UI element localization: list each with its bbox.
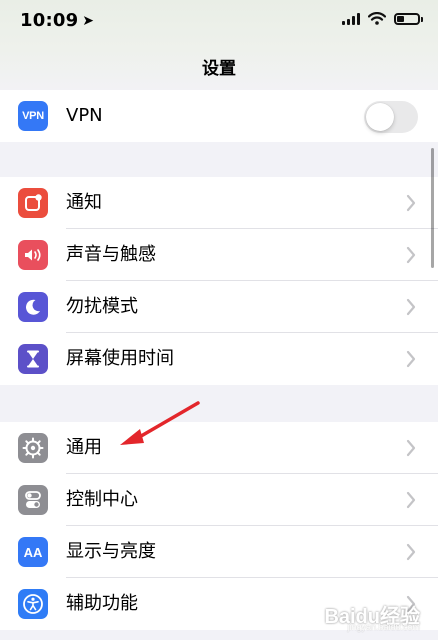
toggle-knob	[366, 103, 394, 131]
vpn-group: VPN VPN	[0, 90, 438, 142]
location-arrow-icon: ➤	[82, 13, 95, 29]
chevron-right-icon	[406, 543, 416, 561]
status-time-text: 10:09	[20, 10, 79, 31]
notification-icon	[18, 188, 48, 218]
speaker-icon	[18, 240, 48, 270]
status-icons	[342, 12, 423, 25]
chevron-right-icon	[406, 491, 416, 509]
settings-row-label: 辅助功能	[66, 593, 138, 614]
settings-row-label: 屏幕使用时间	[66, 348, 174, 369]
settings-row-screen-time[interactable]: 屏幕使用时间	[0, 333, 438, 385]
scroll-indicator[interactable]	[431, 148, 434, 268]
hourglass-icon	[18, 344, 48, 374]
gear-icon	[18, 433, 48, 463]
chevron-right-icon	[406, 350, 416, 368]
annotation-arrow-icon	[120, 401, 200, 445]
settings-row-label: 勿扰模式	[66, 296, 138, 317]
settings-row-notifications[interactable]: 通知	[0, 177, 438, 229]
aa-display-icon: AA	[18, 537, 48, 567]
accessibility-icon	[18, 589, 48, 619]
baidu-watermark: Baidu经验 jingyan.baidu.com	[310, 600, 420, 634]
chevron-right-icon	[406, 298, 416, 316]
settings-row-label: 通知	[66, 192, 102, 213]
settings-row-label: 显示与亮度	[66, 541, 156, 562]
battery-icon	[394, 12, 423, 25]
settings-row-label: 声音与触感	[66, 244, 156, 265]
top-bar: 10:09 ➤ 设置	[0, 0, 438, 90]
settings-row-general[interactable]: 通用	[0, 422, 438, 474]
chevron-right-icon	[406, 439, 416, 457]
settings-row-sounds[interactable]: 声音与触感	[0, 229, 438, 281]
settings-row-display[interactable]: AA 显示与亮度	[0, 526, 438, 578]
moon-icon	[18, 292, 48, 322]
vpn-toggle[interactable]	[364, 101, 418, 133]
settings-row-label: 控制中心	[66, 489, 138, 510]
watermark-subtext: jingyan.baidu.com	[347, 622, 420, 632]
chevron-right-icon	[406, 194, 416, 212]
vpn-icon: VPN	[18, 101, 48, 131]
settings-row-vpn[interactable]: VPN VPN	[0, 90, 438, 142]
settings-row-label: VPN	[66, 105, 103, 126]
status-time: 10:09 ➤	[20, 10, 94, 31]
settings-row-do-not-disturb[interactable]: 勿扰模式	[0, 281, 438, 333]
wifi-icon	[368, 12, 386, 25]
toggles-icon	[18, 485, 48, 515]
settings-group-1: 通知 声音与触感 勿扰模式 屏幕使用时间	[0, 177, 438, 385]
settings-row-control-center[interactable]: 控制中心	[0, 474, 438, 526]
chevron-right-icon	[406, 246, 416, 264]
settings-row-label: 通用	[66, 437, 102, 458]
page-title: 设置	[202, 59, 236, 79]
cellular-signal-icon	[342, 12, 360, 25]
settings-group-2: 通用 控制中心 AA 显示与亮度 辅助功能	[0, 422, 438, 630]
